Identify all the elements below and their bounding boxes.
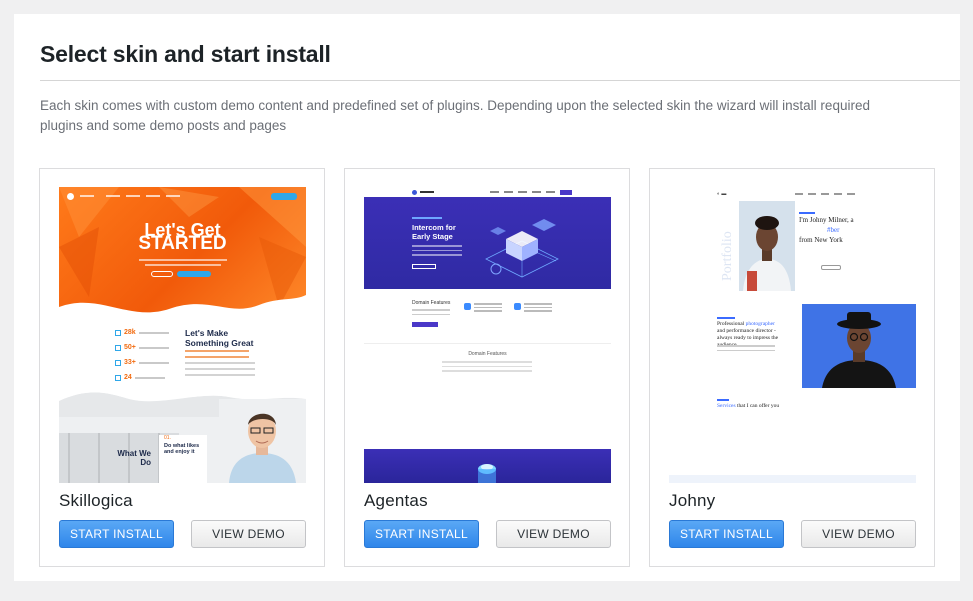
skin-preview-johny[interactable]: ◐ ▬ Portfolio I'm Johny Milner, a #ber f… xyxy=(669,187,916,483)
page-title: Select skin and start install xyxy=(40,41,331,67)
preview-text-lines xyxy=(185,350,255,380)
skin-name: Johny xyxy=(669,491,716,510)
hero-wave xyxy=(59,295,306,327)
skin-card-agentas: Intercom for Early Stage Domain Features… xyxy=(344,168,630,567)
preview-mid-title: Domain Features xyxy=(468,351,507,357)
page-description: Each skin comes with custom demo content… xyxy=(40,98,870,133)
start-install-button[interactable]: START INSTALL xyxy=(59,520,174,548)
skin-card-johny: ◐ ▬ Portfolio I'm Johny Milner, a #ber f… xyxy=(649,168,935,567)
vertical-portfolio-text: Portfolio xyxy=(720,231,735,281)
divider xyxy=(40,80,960,81)
preview-hero-title: Intercom for Early Stage xyxy=(412,223,456,241)
view-demo-button[interactable]: VIEW DEMO xyxy=(801,520,916,548)
preview-intro: I'm Johny Milner, a #ber from New York xyxy=(799,216,854,244)
view-demo-button[interactable]: VIEW DEMO xyxy=(191,520,306,548)
start-install-button[interactable]: START INSTALL xyxy=(364,520,479,548)
preview-logo: ◐ ▬ xyxy=(717,191,727,197)
preview-hero-line2: STARTED xyxy=(138,233,227,254)
preview-what-we-do: What We Do xyxy=(117,449,151,467)
orb-graphic xyxy=(478,464,496,483)
skin-preview-skillogica[interactable]: Let's Get STARTED 28k 50+ 33+ 24 Let's M… xyxy=(59,187,306,483)
svg-text:Portfolio: Portfolio xyxy=(720,231,735,281)
preview-nav xyxy=(364,187,611,197)
preview-feature-card: 01. Do what likes and enjoy it xyxy=(159,435,207,483)
isometric-illustration xyxy=(485,219,559,278)
skin-preview-agentas[interactable]: Intercom for Early Stage Domain Features… xyxy=(364,187,611,483)
skin-name: Agentas xyxy=(364,491,428,510)
start-install-button[interactable]: START INSTALL xyxy=(669,520,784,548)
preview-stats: 28k 50+ 33+ 24 xyxy=(115,329,169,389)
portrait-photo-2 xyxy=(802,304,916,388)
skin-selection-panel: Select skin and start install Each skin … xyxy=(14,14,960,581)
skin-card-skillogica: Let's Get STARTED 28k 50+ 33+ 24 Let's M… xyxy=(39,168,325,567)
person-photo xyxy=(219,399,306,483)
view-demo-button[interactable]: VIEW DEMO xyxy=(496,520,611,548)
portrait-photo-1 xyxy=(739,201,795,291)
preview-nav xyxy=(67,192,297,200)
preview-heading: Let's Make Something Great xyxy=(185,328,254,348)
preview-nav xyxy=(795,193,855,195)
preview-services: Services that I can offer you xyxy=(717,403,780,409)
preview-section-title: Domain Features xyxy=(412,300,451,306)
skin-name: Skillogica xyxy=(59,491,133,510)
